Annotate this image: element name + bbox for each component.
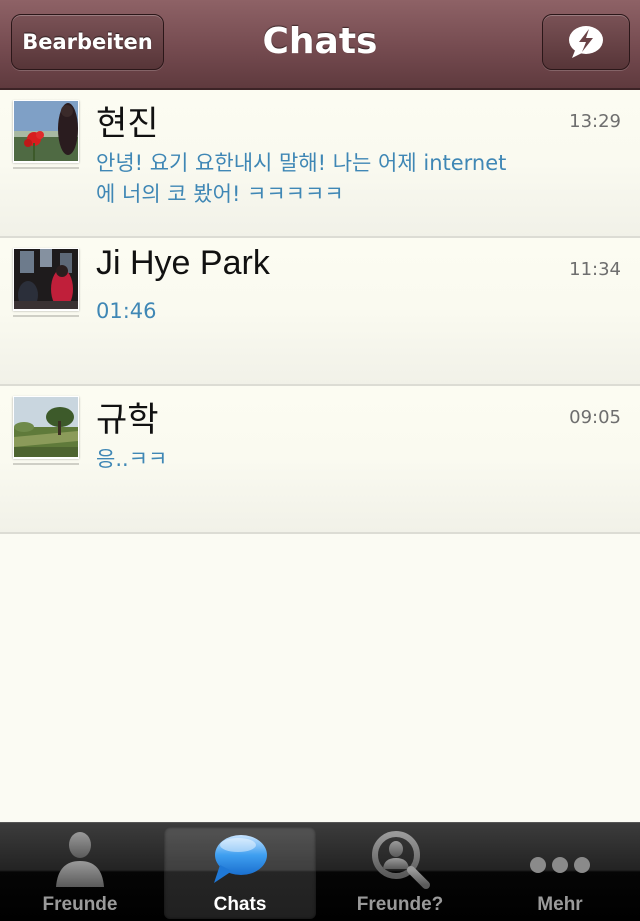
- chat-preview: 응..ㅋㅋ: [96, 447, 168, 471]
- chat-preview: 01:46: [96, 299, 157, 323]
- chat-list: 현진 13:29 안녕! 요기 요한내시 말해! 나는 어제 internet …: [0, 90, 640, 534]
- chat-preview: 안녕! 요기 요한내시 말해! 나는 어제 internet 에 너의 코 봤어…: [96, 151, 507, 206]
- avatar-shadow: [13, 458, 79, 465]
- chat-time: 11:34: [569, 259, 621, 280]
- chat-row[interactable]: Ji Hye Park 11:34 01:46: [0, 238, 640, 386]
- avatar: [13, 396, 79, 458]
- edit-button[interactable]: Bearbeiten: [11, 14, 164, 70]
- person-icon: [56, 832, 104, 887]
- chat-row[interactable]: 현진 13:29 안녕! 요기 요한내시 말해! 나는 어제 internet …: [0, 90, 640, 238]
- avatar-shadow: [13, 162, 79, 169]
- tab-chats[interactable]: Chats: [164, 827, 316, 919]
- chat-name: 규학: [96, 401, 159, 439]
- avatar: [13, 100, 79, 162]
- more-dots-icon: [530, 857, 590, 873]
- chat-row[interactable]: 규학 09:05 응..ㅋㅋ: [0, 386, 640, 534]
- chat-name: 현진: [96, 105, 159, 143]
- tab-mehr[interactable]: Mehr: [484, 827, 636, 919]
- chat-bubble-icon: [214, 835, 267, 883]
- tab-freunde-suche[interactable]: Freunde?: [324, 827, 476, 919]
- tab-bar: Freunde Chats Freunde? Mehr: [0, 822, 640, 921]
- new-chat-button[interactable]: [542, 14, 630, 70]
- chat-time: 13:29: [569, 111, 621, 132]
- search-person-icon: [372, 831, 430, 889]
- tab-label: Chats: [213, 894, 267, 915]
- lightning-bubble-icon: [569, 26, 603, 58]
- avatar: [13, 248, 79, 310]
- avatar-shadow: [13, 310, 79, 317]
- tab-freunde[interactable]: Freunde: [4, 827, 156, 919]
- chat-name: Ji Hye Park: [96, 244, 270, 282]
- tab-label: Mehr: [537, 894, 583, 915]
- chat-time: 09:05: [569, 407, 621, 428]
- tab-label: Freunde: [42, 894, 118, 915]
- tab-label: Freunde?: [356, 894, 444, 915]
- navigation-bar: Chats Bearbeiten: [0, 0, 640, 90]
